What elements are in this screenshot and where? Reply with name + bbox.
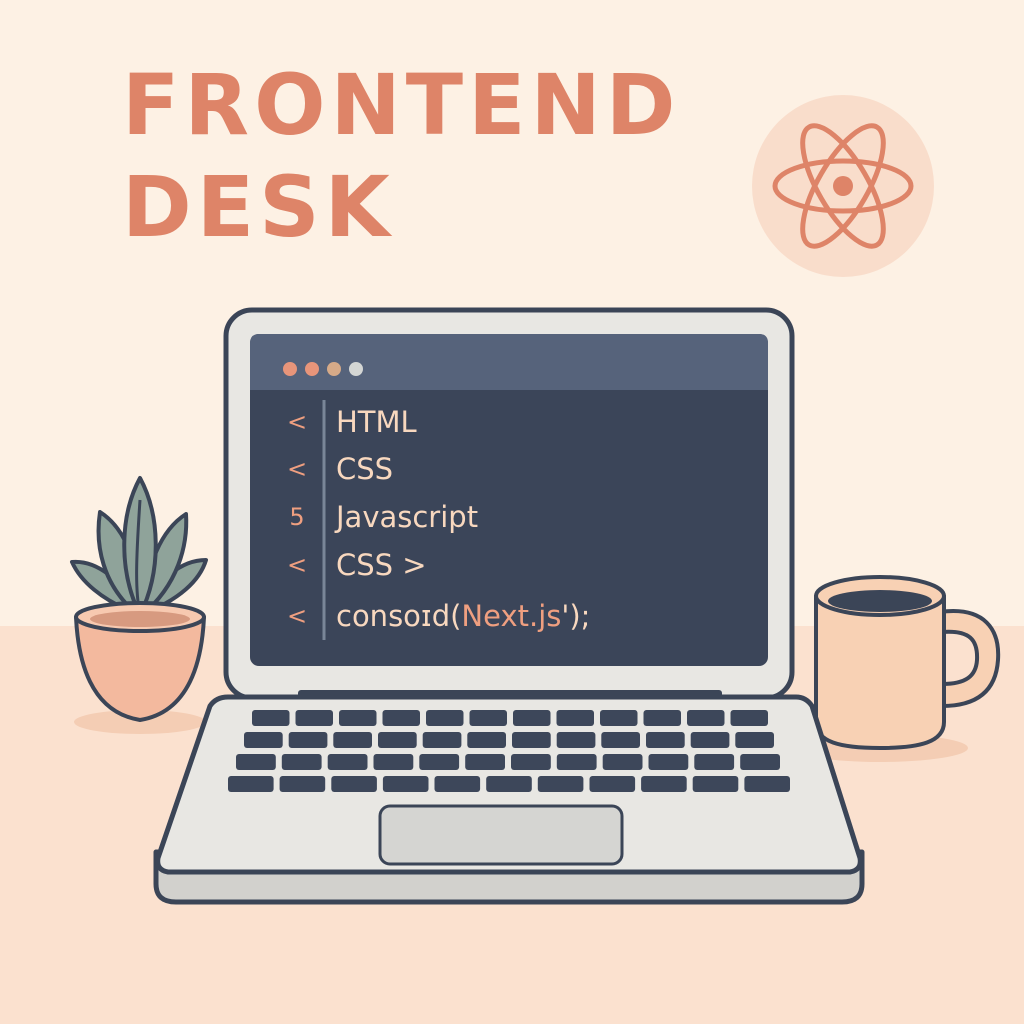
keyboard-key [279,776,326,792]
editor-title-bar [250,334,768,390]
line-gutter-marker: < [286,408,308,436]
keyboard-key [434,776,481,792]
keyboard-key [602,754,643,770]
keyboard-key [648,754,689,770]
window-dot-2 [305,362,319,376]
code-line: < CSS > [0,545,1024,585]
keyboard-key [244,732,283,748]
line-gutter-marker: < [286,455,308,483]
keyboard-key [694,754,735,770]
keyboard-key [331,776,377,792]
keyboard-key [295,710,333,726]
react-badge [752,95,934,277]
code-line: 5 Javascript [0,497,1024,537]
keyboard-key [281,754,322,770]
code-line: < HTML [0,402,1024,442]
window-dot-1 [283,362,297,376]
keyboard-key [382,710,420,726]
keyboard-key [288,732,328,748]
code-text-prefix: consoɪd( [336,599,462,633]
code-text: HTML [336,405,417,439]
keyboard-key [744,776,790,792]
keyboard-key [556,710,594,726]
laptop-trackpad [378,804,624,866]
keyboard-key [641,776,687,792]
keyboard-key [467,732,506,748]
code-text: consoɪd(Next.js'); [336,596,590,636]
keyboard-key [512,732,551,748]
code-line: < consoɪd(Next.js'); [0,596,1024,636]
keyboard-key [643,710,681,726]
keyboard-key [601,732,640,748]
keyboard-key [469,710,507,726]
keyboard-key [692,776,739,792]
code-line: < CSS [0,449,1024,489]
keyboard-key [687,710,725,726]
page-title-line-1: FRONTEND [122,56,681,154]
keyboard-key [339,710,377,726]
keyboard-key [735,732,774,748]
keyboard-key [426,710,464,726]
keyboard-key [333,732,372,748]
code-text: CSS [336,452,394,486]
keyboard-key [465,754,505,770]
line-gutter-marker: < [286,602,308,630]
keyboard-key [419,754,460,770]
keyboard-key [537,776,584,792]
page-title-line-2: DESK [122,158,395,256]
keyboard-key [252,710,290,726]
keyboard-key [740,754,780,770]
keyboard-key [511,754,551,770]
code-text-highlight: Next.js [461,599,562,633]
keyboard-key [373,754,414,770]
keyboard-key [690,732,730,748]
keyboard-key [378,732,417,748]
keyboard-key [556,732,596,748]
keyboard-key [228,776,274,792]
keyboard-key [382,776,429,792]
keyboard-key [236,754,276,770]
keyboard-key [556,754,597,770]
code-text-suffix: '); [561,599,591,633]
keyboard-key [730,710,768,726]
code-text: CSS > [336,548,427,582]
window-dot-3 [327,362,341,376]
window-dot-4 [349,362,363,376]
line-gutter-marker: 5 [289,503,305,531]
keyboard-key [327,754,368,770]
keyboard-key [513,710,551,726]
line-gutter-marker: < [286,551,308,579]
keyboard-key [486,776,532,792]
keyboard-key [422,732,462,748]
illustration-scene: FRONTEND DESK < HTML < CSS 5 Javascript … [0,0,1024,1024]
keyboard-key [600,710,638,726]
keyboard-key [589,776,636,792]
code-text: Javascript [336,500,479,534]
keyboard-key [646,732,685,748]
